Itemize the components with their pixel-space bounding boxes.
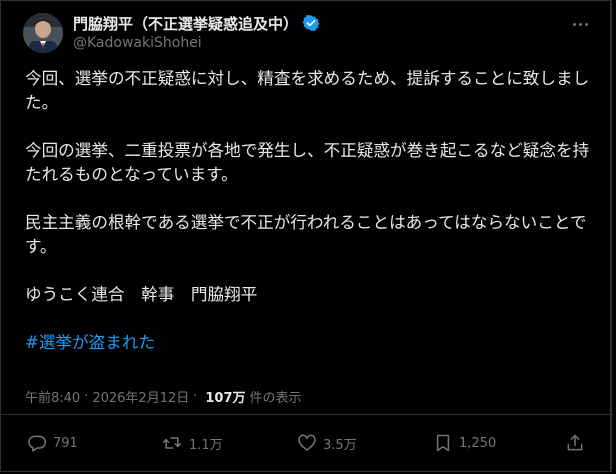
like-count: 3.5万	[323, 437, 357, 453]
author-name-row: 門脇翔平（不正選挙疑惑追及中）	[73, 13, 320, 33]
post-time[interactable]: 午前8:40	[25, 387, 80, 406]
post-meta: 午前8:40 · 2026年2月12日 · 107万 件の表示	[25, 387, 302, 406]
more-icon[interactable]	[569, 15, 591, 33]
views-label: 件の表示	[249, 391, 302, 406]
divider	[1, 414, 613, 415]
hashtag-link[interactable]: #選挙が盗まれた	[25, 333, 155, 352]
share-icon	[565, 433, 585, 453]
post-paragraph-3: 民主主義の根幹である選挙で不正が行われることはあってはならないことです。	[25, 213, 587, 256]
meta-separator-2: ·	[193, 389, 198, 404]
views-count: 107万	[205, 391, 246, 406]
post-paragraph-2: 今回の選挙、二重投票が各地で発生し、不正疑惑が巻き起こるなど疑念を持たれるものと…	[25, 141, 590, 184]
reply-icon	[27, 433, 47, 453]
author-display-name[interactable]: 門脇翔平（不正選挙疑惑追及中）	[73, 13, 298, 34]
post-body: 今回、選挙の不正疑惑に対し、精査を求めるため、提訴することに致しました。 今回の…	[25, 67, 591, 355]
verified-badge-icon	[302, 14, 320, 32]
like-button[interactable]: 3.5万	[297, 433, 357, 453]
repost-count: 1.1万	[189, 437, 223, 453]
meta-separator: ·	[84, 389, 89, 404]
like-icon	[297, 433, 317, 453]
action-bar: 791 1.1万 3.5万 1,250	[1, 429, 613, 459]
reply-count: 791	[53, 435, 78, 451]
repost-icon	[161, 433, 183, 453]
post-signature: ゆうこく連合 幹事 門脇翔平	[25, 285, 258, 304]
share-button[interactable]	[565, 433, 585, 453]
author-handle[interactable]: @KadowakiShohei	[73, 35, 202, 51]
bookmark-button[interactable]: 1,250	[433, 433, 496, 453]
bookmark-icon	[433, 433, 453, 453]
avatar[interactable]	[23, 13, 63, 53]
bookmark-count: 1,250	[459, 435, 497, 451]
post-date[interactable]: 2026年2月12日	[92, 387, 189, 406]
post-card: 門脇翔平（不正選挙疑惑追及中） @KadowakiShohei 今回、選挙の不正…	[0, 0, 613, 472]
repost-button[interactable]: 1.1万	[161, 433, 223, 453]
post-paragraph-1: 今回、選挙の不正疑惑に対し、精査を求めるため、提訴することに致しました。	[25, 69, 590, 112]
reply-button[interactable]: 791	[27, 433, 78, 453]
